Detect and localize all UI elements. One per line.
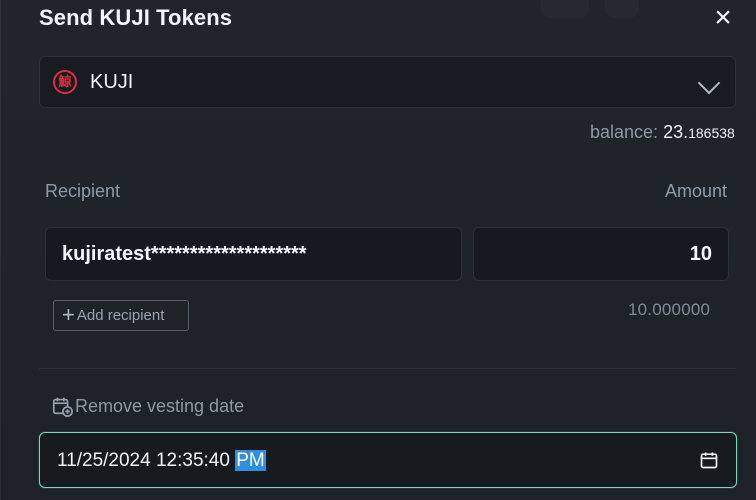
remove-vesting-date-button[interactable]: Remove vesting date	[51, 393, 244, 419]
recipient-input[interactable]: kujiratest********************	[45, 227, 462, 281]
vesting-datetime-main: 11/25/2024 12:35:40	[57, 450, 230, 471]
vesting-datetime-value: 11/25/2024 12:35:40 PM	[57, 450, 266, 472]
add-recipient-label: Add recipient	[76, 307, 165, 324]
token-select[interactable]: 鯨 KUJI	[39, 56, 736, 108]
selected-token: KUJI	[90, 71, 134, 93]
modal-title: Send KUJI Tokens	[39, 5, 233, 30]
calendar-icon[interactable]	[699, 450, 719, 470]
close-icon[interactable]: ×	[709, 3, 737, 33]
add-recipient-button[interactable]: + Add recipient	[53, 300, 189, 331]
balance-display: balance: 23.186538	[590, 122, 735, 143]
section-divider	[39, 368, 736, 369]
remove-vesting-date-label: Remove vesting date	[75, 395, 245, 416]
vesting-datetime-input[interactable]: 11/25/2024 12:35:40 PM	[39, 432, 737, 488]
kuji-token-icon: 鯨	[53, 70, 77, 94]
plus-icon: +	[62, 302, 75, 327]
balance-main-value: 23.	[663, 122, 689, 142]
amount-label: Amount	[665, 181, 728, 201]
background-shape	[541, 0, 589, 18]
amount-formatted: 10.000000	[628, 300, 711, 319]
calendar-plus-icon	[52, 397, 73, 417]
recipient-label: Recipient	[45, 181, 121, 201]
vesting-meridiem[interactable]: PM	[235, 450, 266, 471]
chevron-down-icon	[697, 71, 721, 95]
balance-label: balance:	[590, 122, 659, 142]
balance-decimals: 186538	[688, 125, 735, 141]
send-token-modal: Send KUJI Tokens × 鯨 KUJI balance: 23.18…	[0, 0, 756, 500]
amount-input[interactable]: 10	[473, 227, 729, 281]
background-shape	[605, 0, 639, 18]
